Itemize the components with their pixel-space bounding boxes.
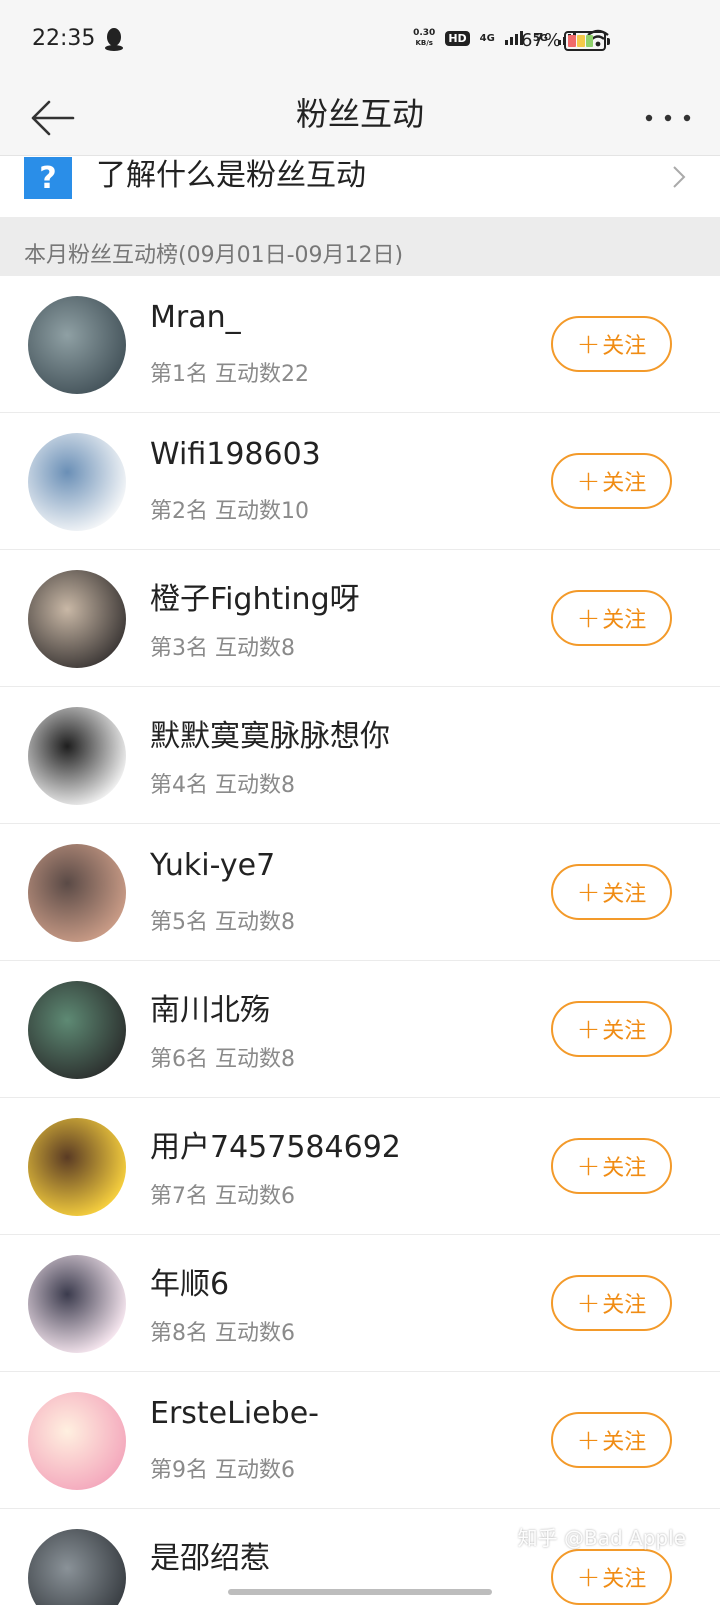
fan-stats: 第9名 互动数6 xyxy=(150,1458,295,1483)
plus-icon: + xyxy=(576,1012,601,1045)
avatar[interactable] xyxy=(28,1529,126,1605)
fan-ranking-list: Mran_ 第1名 互动数22 + 关注 Wifi198603 第2名 互动数10… xyxy=(0,276,720,1605)
status-bar: 22:35 0.30 KB/s HD 4G 5G 67% xyxy=(0,0,720,80)
watermark: 知乎 @Bad Apple xyxy=(517,1526,686,1550)
plus-icon: + xyxy=(576,1286,601,1319)
chevron-right-icon xyxy=(673,166,686,188)
fan-row[interactable]: ErsteLiebe- 第9名 互动数6 + 关注 xyxy=(0,1372,720,1509)
avatar[interactable] xyxy=(28,570,126,668)
follow-button[interactable]: + 关注 xyxy=(551,1549,672,1605)
plus-icon: + xyxy=(576,464,601,497)
avatar[interactable] xyxy=(28,1118,126,1216)
fan-name: Mran_ xyxy=(150,300,241,335)
follow-button[interactable]: + 关注 xyxy=(551,590,672,646)
follow-button[interactable]: + 关注 xyxy=(551,1138,672,1194)
follow-button[interactable]: + 关注 xyxy=(551,453,672,509)
fan-row[interactable]: Yuki-ye7 第5名 互动数8 + 关注 xyxy=(0,824,720,961)
follow-button[interactable]: + 关注 xyxy=(551,1412,672,1468)
fan-name: ErsteLiebe- xyxy=(150,1396,319,1431)
ranking-title: 本月粉丝互动榜(09月01日-09月12日) xyxy=(24,243,404,268)
follow-button[interactable]: + 关注 xyxy=(551,316,672,372)
avatar[interactable] xyxy=(28,296,126,394)
fan-stats: 第1名 互动数22 xyxy=(150,362,309,387)
avatar[interactable] xyxy=(28,433,126,531)
fan-name: Wifi198603 xyxy=(150,437,321,472)
plus-icon: + xyxy=(576,1560,601,1593)
follow-button[interactable]: + 关注 xyxy=(551,1275,672,1331)
plus-icon: + xyxy=(576,1423,601,1456)
battery-percent: 67% xyxy=(521,30,562,51)
nav-bar: 粉丝互动 xyxy=(0,80,720,156)
plus-icon: + xyxy=(576,1149,601,1182)
home-indicator[interactable] xyxy=(228,1589,492,1595)
fan-stats: 第3名 互动数8 xyxy=(150,636,295,661)
avatar[interactable] xyxy=(28,707,126,805)
fan-stats: 第6名 互动数8 xyxy=(150,1047,295,1072)
4g-label: 4G xyxy=(479,32,495,44)
fan-stats: 第4名 互动数8 xyxy=(150,773,295,798)
fan-name: 默默寞寞脉脉想你 xyxy=(150,719,390,754)
fan-stats: 第8名 互动数6 xyxy=(150,1321,295,1346)
follow-button[interactable]: + 关注 xyxy=(551,1001,672,1057)
follow-button[interactable]: + 关注 xyxy=(551,864,672,920)
plus-icon: + xyxy=(576,601,601,634)
fan-name: 年顺6 xyxy=(150,1267,230,1302)
section-header: 本月粉丝互动榜(09月01日-09月12日) xyxy=(0,217,720,276)
fan-name: 南川北殇 xyxy=(150,993,270,1028)
fan-row[interactable]: 年顺6 第8名 互动数6 + 关注 xyxy=(0,1235,720,1372)
qq-notification-icon xyxy=(105,28,123,51)
help-text: 了解什么是粉丝互动 xyxy=(96,158,366,193)
plus-icon: + xyxy=(576,875,601,908)
fan-row[interactable]: 南川北殇 第6名 互动数8 + 关注 xyxy=(0,961,720,1098)
fan-name: 橙子Fighting呀 xyxy=(150,582,360,617)
fan-name: Yuki-ye7 xyxy=(150,848,276,883)
avatar[interactable] xyxy=(28,844,126,942)
fan-row[interactable]: Wifi198603 第2名 互动数10 + 关注 xyxy=(0,413,720,550)
plus-icon: + xyxy=(576,327,601,360)
fan-stats: 第7名 互动数6 xyxy=(150,1184,295,1209)
fan-row[interactable]: 默默寞寞脉脉想你 第4名 互动数8 xyxy=(0,687,720,824)
avatar[interactable] xyxy=(28,1392,126,1490)
page-title: 粉丝互动 xyxy=(295,95,424,133)
fan-stats: 第5名 互动数8 xyxy=(150,910,295,935)
fan-interaction-help-row[interactable]: ? 了解什么是粉丝互动 xyxy=(0,157,720,217)
hd-icon: HD xyxy=(445,30,470,46)
avatar[interactable] xyxy=(28,1255,126,1353)
fan-stats: 第2名 互动数10 xyxy=(150,499,309,524)
fan-row[interactable]: 橙子Fighting呀 第3名 互动数8 + 关注 xyxy=(0,550,720,687)
more-button[interactable] xyxy=(640,90,696,146)
fan-name: 用户7457584692 xyxy=(150,1130,401,1165)
fan-row[interactable]: Mran_ 第1名 互动数22 + 关注 xyxy=(0,276,720,413)
battery-icon xyxy=(564,31,610,51)
fan-name: 是邵绍惹 xyxy=(150,1541,270,1576)
fan-row[interactable]: 用户7457584692 第7名 互动数6 + 关注 xyxy=(0,1098,720,1235)
question-icon: ? xyxy=(24,157,72,199)
status-time: 22:35 xyxy=(32,26,96,51)
avatar[interactable] xyxy=(28,981,126,1079)
more-dots-icon xyxy=(645,114,691,122)
network-speed: 0.30 KB/s xyxy=(413,28,436,47)
